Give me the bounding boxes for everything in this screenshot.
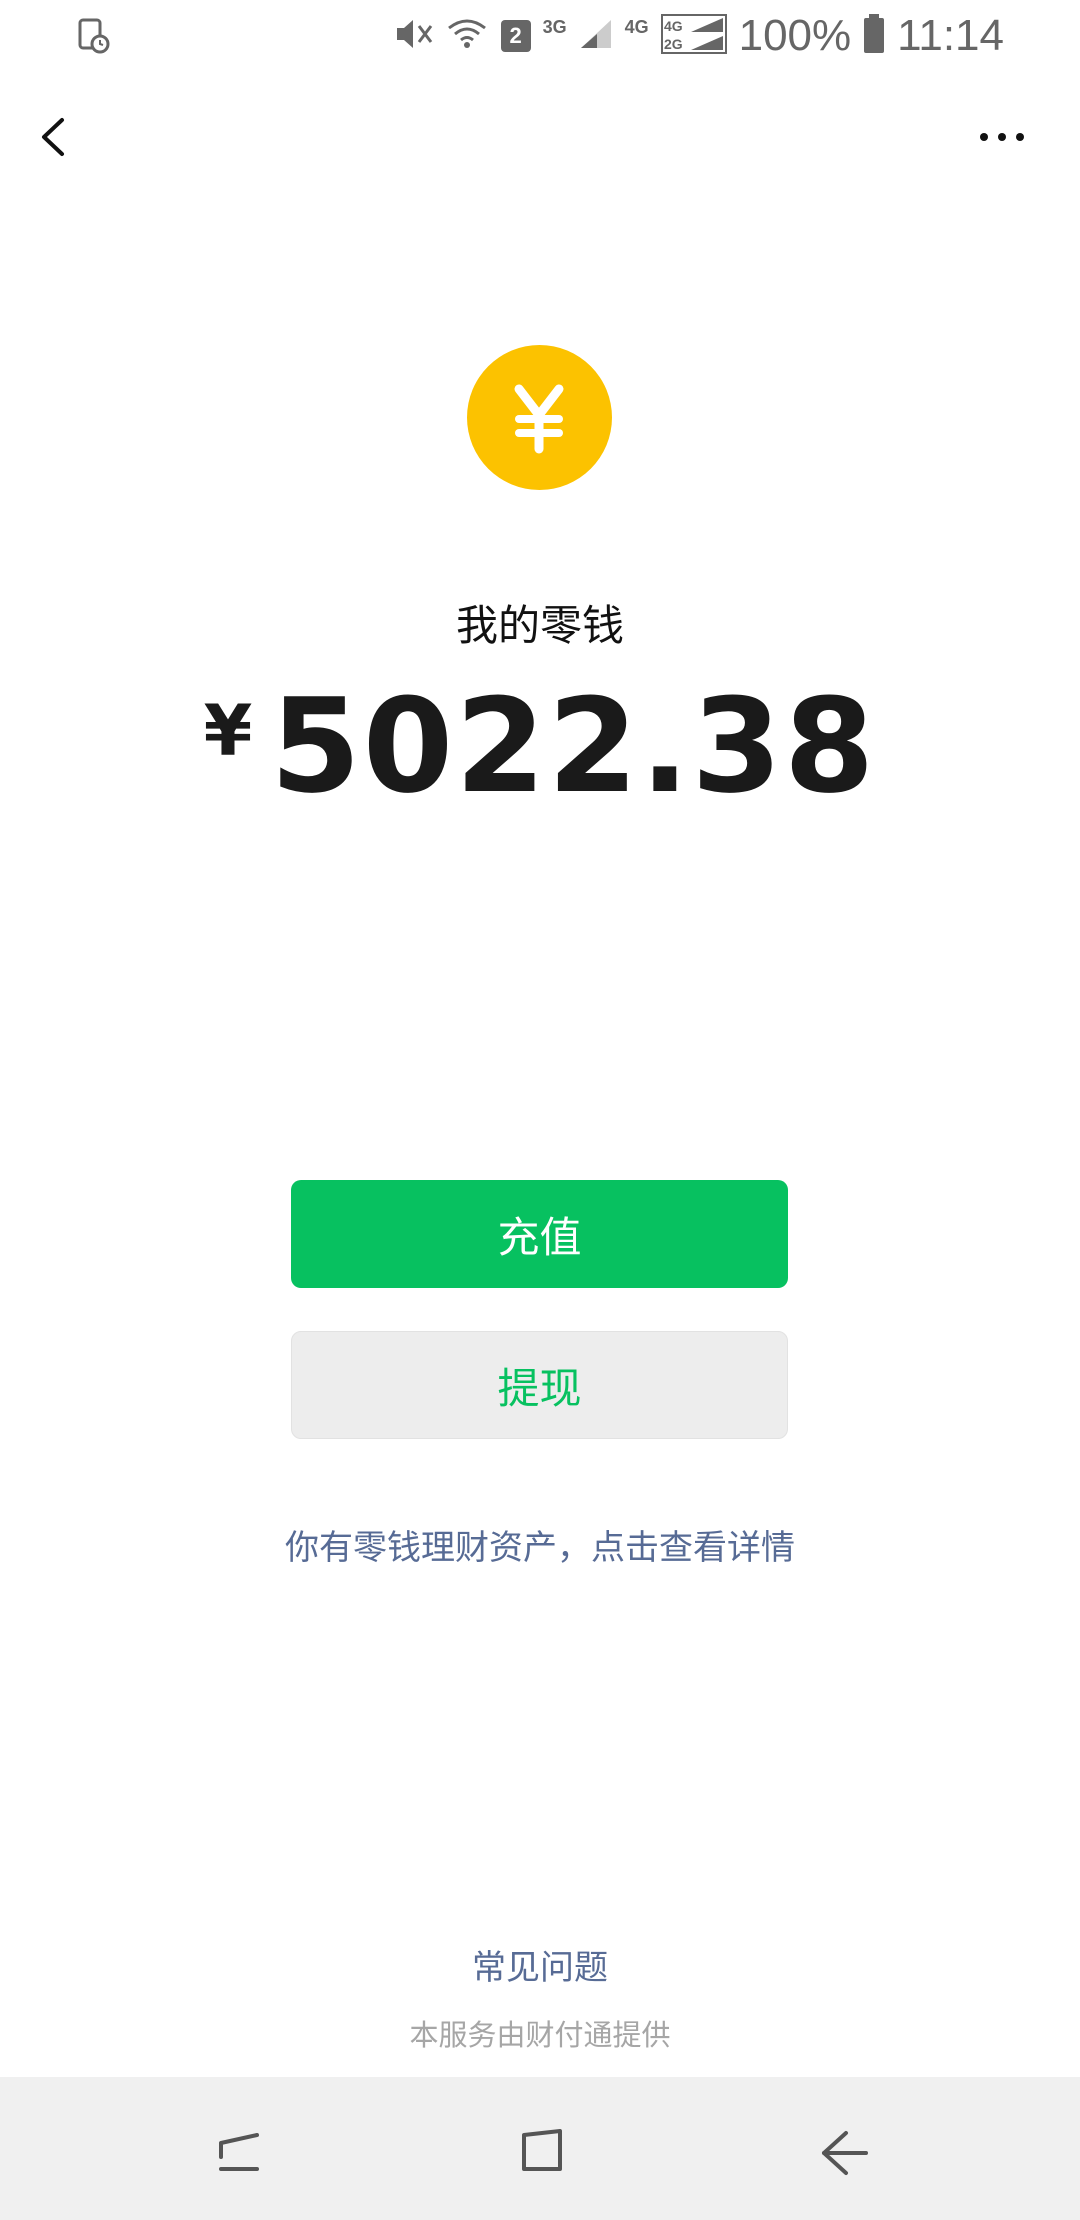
provider-note: 本服务由财付通提供 <box>409 2018 671 2052</box>
network-3g-label: 3G <box>542 16 567 37</box>
currency-symbol: ¥ <box>203 690 253 772</box>
clock: 11:14 <box>897 11 1004 60</box>
sim-slot-badge: 2 <box>500 20 531 52</box>
status-bar: 2 3G 4G 4G 2G 100% 11:14 <box>0 0 1080 72</box>
screen-time-icon <box>78 18 110 54</box>
top-up-button[interactable]: 充值 <box>291 1180 788 1288</box>
status-right: 2 3G 4G 4G 2G 100% 11:14 <box>393 10 1004 62</box>
wallet-balance-screen: 2 3G 4G 4G 2G 100% 11:14 我的零钱 ¥ 5022.38 … <box>0 0 1080 2220</box>
yuan-coin-icon <box>467 345 612 490</box>
chevron-left-icon[interactable] <box>30 102 100 172</box>
wifi-icon <box>445 16 489 57</box>
faq-link[interactable]: 常见问题 <box>0 1940 1080 1989</box>
net-2g-small: 2G <box>664 36 683 52</box>
signal-icon <box>579 18 613 55</box>
mute-icon <box>393 16 433 57</box>
back-arrow-icon[interactable] <box>810 2117 880 2187</box>
home-icon[interactable] <box>508 2117 578 2187</box>
finance-assets-link[interactable]: 你有零钱理财资产，点击查看详情 <box>0 1520 1080 1569</box>
dual-signal-icon: 4G 2G <box>660 13 727 59</box>
battery-icon <box>863 13 885 59</box>
net-4g-small: 4G <box>664 18 683 34</box>
network-4g-label: 4G <box>624 16 649 37</box>
balance-amount: 5022.38 <box>270 670 877 822</box>
recent-apps-icon[interactable] <box>205 2117 275 2187</box>
more-dots-icon[interactable] <box>970 112 1040 162</box>
balance-display: ¥5022.38 <box>0 670 1080 822</box>
battery-percent: 100% <box>738 11 852 60</box>
system-nav-bar <box>0 2077 1080 2220</box>
withdraw-button[interactable]: 提现 <box>291 1331 788 1439</box>
wallet-title: 我的零钱 <box>455 601 624 650</box>
nav-bar <box>0 72 1080 202</box>
